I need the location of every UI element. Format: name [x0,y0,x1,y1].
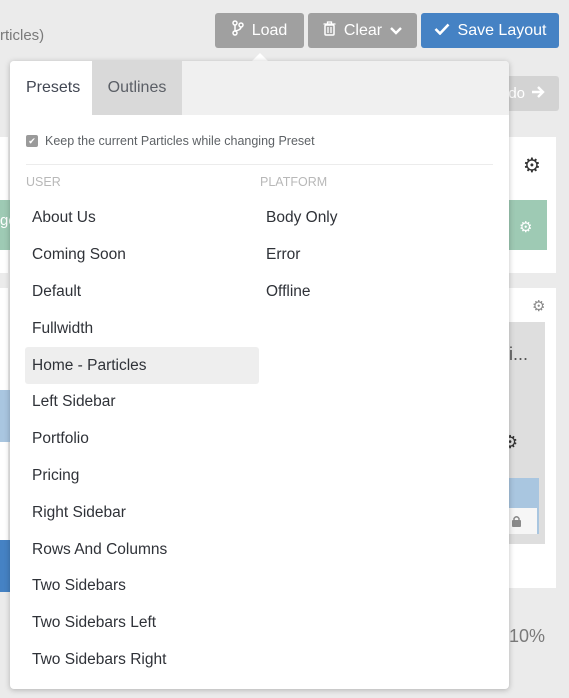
particle-block-left-label: ge [0,212,10,229]
user-preset-item[interactable]: Default [25,274,259,311]
check-icon [434,22,450,40]
arrow-right-icon [531,85,545,102]
keep-particles-label: Keep the current Particles while changin… [45,134,315,148]
tab-outlines[interactable]: Outlines [92,61,182,115]
clear-button[interactable]: Clear [308,13,417,48]
redo-label: do [508,85,525,102]
percent-fragment: 10% [509,626,546,646]
block-blue-left [0,390,10,442]
save-layout-button[interactable]: Save Layout [421,13,559,48]
save-layout-label: Save Layout [457,21,547,39]
divider [26,164,493,165]
chevron-down-icon [390,22,402,40]
load-button[interactable]: Load [215,13,304,48]
user-preset-item[interactable]: Rows And Columns [25,531,259,568]
user-preset-item[interactable]: Two Sidebars [25,568,259,605]
page-subtitle-fragment: rticles) [0,27,45,44]
user-presets-list: About Us Coming Soon Default Fullwidth Home … [25,200,259,678]
gear-icon[interactable]: ⚙ [523,153,541,178]
tab-presets[interactable]: Presets [10,61,92,115]
lock-icon [511,515,522,533]
user-preset-item[interactable]: Fullwidth [25,310,259,347]
user-preset-item[interactable]: Pricing [25,458,259,495]
user-preset-item[interactable]: Coming Soon [25,237,259,274]
platform-preset-item[interactable]: Body Only [259,200,493,237]
keep-particles-checkbox[interactable]: ✔ [26,135,38,147]
load-presets-dropdown: Presets Outlines ✔ Keep the current Part… [10,61,509,689]
platform-presets-column: PLATFORM Body Only Error Offline [259,175,493,310]
platform-preset-item[interactable]: Offline [259,274,493,311]
dropdown-tabs: Presets Outlines [10,61,509,115]
user-preset-item[interactable]: Two Sidebars Right [25,642,259,679]
platform-heading: PLATFORM [260,175,328,189]
block-blue-left-2 [0,540,10,592]
gear-icon: ⚙ [519,219,533,236]
grid-block-right-label: i... [509,344,529,364]
branch-icon [231,20,244,41]
user-heading: USER [26,175,61,189]
load-button-label: Load [251,21,288,39]
user-preset-item[interactable]: Two Sidebars Left [25,605,259,642]
user-preset-item[interactable]: About Us [25,200,259,237]
platform-preset-item[interactable]: Error [259,237,493,274]
platform-presets-list: Body Only Error Offline [259,200,493,310]
gear-icon[interactable]: ⚙ [532,297,545,315]
user-preset-item[interactable]: Right Sidebar [25,494,259,531]
user-preset-item[interactable]: Portfolio [25,421,259,458]
trash-icon [323,20,336,41]
user-preset-item[interactable]: Left Sidebar [25,384,259,421]
keep-particles-option[interactable]: ✔ Keep the current Particles while chang… [26,134,315,148]
clear-button-label: Clear [343,21,383,39]
user-preset-item[interactable]: Home - Particles [25,347,259,384]
user-presets-column: USER About Us Coming Soon Default Fullwidth… [25,175,259,678]
